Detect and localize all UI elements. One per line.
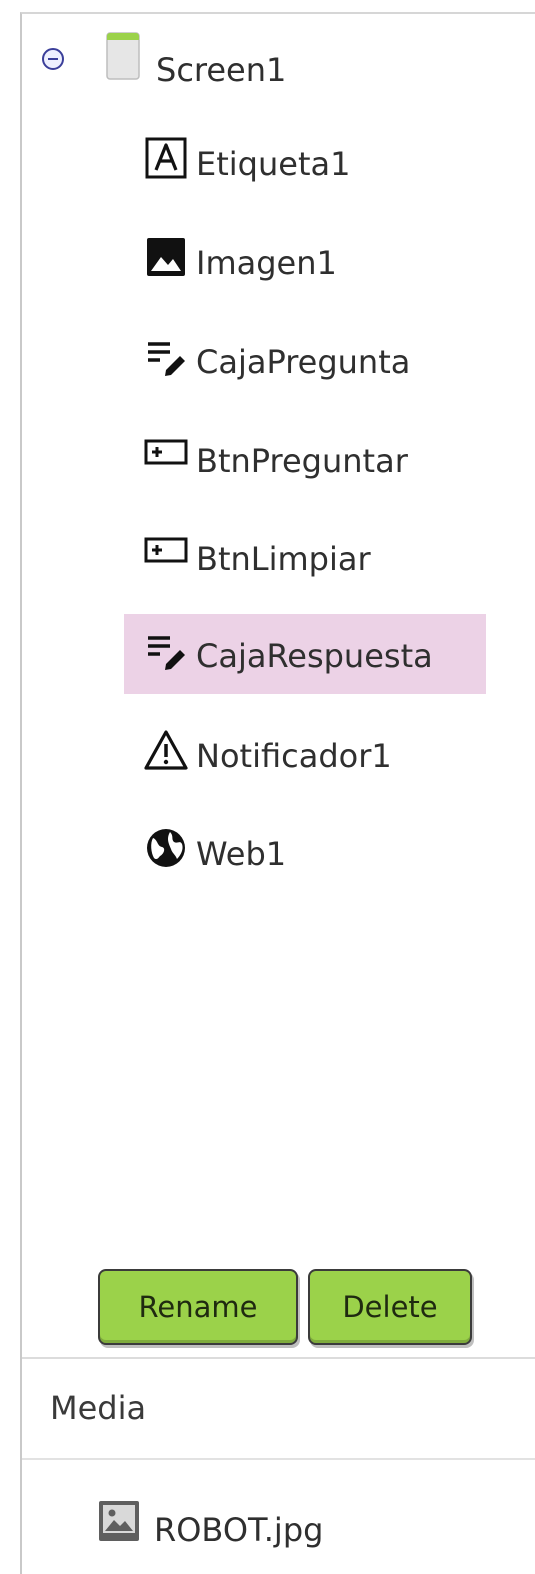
components-panel: Screen1 Etiqueta1 Imagen1 CajaPregunta B… xyxy=(20,12,535,1574)
image-icon xyxy=(147,238,185,276)
tree-item-cajapregunta[interactable]: CajaPregunta xyxy=(124,320,486,400)
section-divider xyxy=(22,1458,535,1460)
tree-item-imagen1[interactable]: Imagen1 xyxy=(124,221,486,301)
tree-item-screen1[interactable]: Screen1 xyxy=(156,50,286,90)
warning-triangle-icon xyxy=(144,730,188,770)
tree-item-btnpreguntar[interactable]: BtnPreguntar xyxy=(124,419,486,499)
tree-item-cajarespuesta[interactable]: CajaRespuesta xyxy=(124,614,486,694)
tree-item-label: CajaPregunta xyxy=(196,343,411,381)
tree-item-notificador1[interactable]: Notificador1 xyxy=(124,714,486,794)
section-divider xyxy=(22,1357,535,1359)
textbox-edit-icon xyxy=(148,342,185,376)
label-text-icon xyxy=(145,137,187,179)
tree-item-label: Web1 xyxy=(196,835,287,873)
media-item-robot-jpg[interactable]: ROBOT.jpg xyxy=(98,1498,398,1558)
media-section-title: Media xyxy=(50,1389,147,1427)
button-icon xyxy=(144,439,188,465)
button-icon xyxy=(144,537,188,563)
image-file-icon xyxy=(99,1501,139,1541)
tree-item-label: Etiqueta1 xyxy=(196,145,351,183)
screen-icon xyxy=(106,32,140,80)
globe-icon xyxy=(147,829,185,867)
tree-item-label: CajaRespuesta xyxy=(196,637,433,675)
tree-item-btnlimpiar[interactable]: BtnLimpiar xyxy=(124,517,486,597)
tree-item-web1[interactable]: Web1 xyxy=(124,812,486,892)
rename-button[interactable]: Rename xyxy=(98,1269,298,1345)
collapse-toggle-icon[interactable] xyxy=(42,48,64,70)
component-tree: Screen1 Etiqueta1 Imagen1 CajaPregunta B… xyxy=(22,14,535,1345)
tree-item-etiqueta1[interactable]: Etiqueta1 xyxy=(124,122,486,202)
tree-item-label: Imagen1 xyxy=(196,244,337,282)
media-item-label: ROBOT.jpg xyxy=(154,1511,324,1549)
tree-item-label: BtnPreguntar xyxy=(196,442,408,480)
delete-button[interactable]: Delete xyxy=(308,1269,472,1345)
tree-item-label: BtnLimpiar xyxy=(196,540,371,578)
tree-item-label: Notificador1 xyxy=(196,737,392,775)
textbox-edit-icon xyxy=(148,636,185,670)
